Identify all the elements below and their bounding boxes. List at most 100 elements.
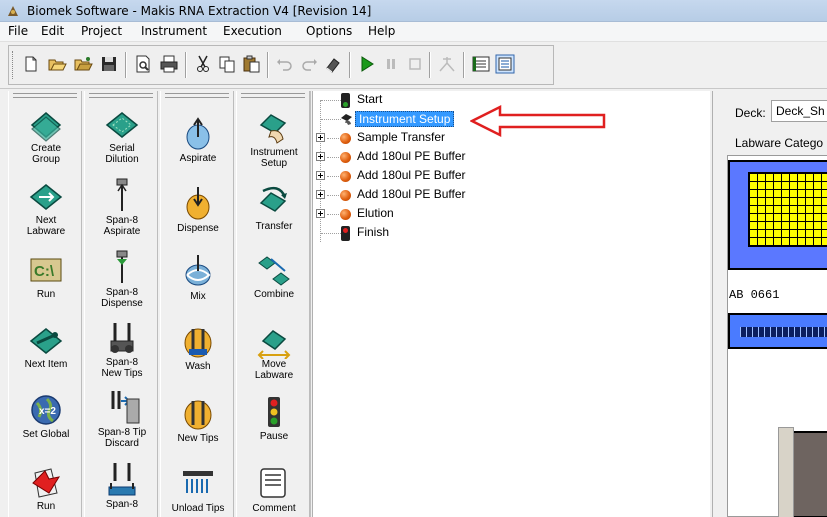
tree-connector: [321, 233, 341, 234]
run-icon[interactable]: [357, 54, 377, 74]
palette-span8-tip-discard[interactable]: Span-8 Tip Discard: [85, 389, 159, 449]
palette-span8-aspirate[interactable]: Span-8 Aspirate: [85, 177, 159, 237]
palette-span8-new-tips[interactable]: Span-8 New Tips: [85, 319, 159, 379]
deck-select[interactable]: Deck_Sh: [771, 100, 827, 122]
menu-edit[interactable]: Edit: [41, 24, 64, 38]
menu-options[interactable]: Options: [306, 24, 352, 38]
menu-instrument[interactable]: Instrument: [141, 24, 207, 38]
deck-view-icon[interactable]: [471, 54, 491, 74]
tip-rack[interactable]: [728, 313, 827, 349]
palette-next-item[interactable]: Next Item: [9, 321, 83, 370]
deck-position[interactable]: [778, 427, 827, 517]
aspirate-icon: [179, 115, 217, 153]
tree-item-pe-buffer[interactable]: Add 180ul PE Buffer: [313, 186, 513, 205]
palette-dispense[interactable]: Dispense: [161, 185, 235, 234]
print-icon[interactable]: [159, 54, 179, 74]
palette-column-header[interactable]: [165, 93, 229, 98]
paste-icon[interactable]: [241, 54, 261, 74]
set-global-icon: x=2: [27, 391, 65, 429]
next-labware-icon: [27, 177, 65, 215]
palette-column-header[interactable]: [89, 93, 153, 98]
palette-transfer[interactable]: Transfer: [237, 183, 311, 232]
group-step-icon: [340, 171, 351, 182]
plate-96-well[interactable]: [728, 160, 827, 270]
toolbar-separator: [429, 52, 431, 78]
tree-item-pe-buffer[interactable]: Add 180ul PE Buffer: [313, 167, 513, 186]
palette-span8[interactable]: Span-8: [85, 461, 159, 510]
palette-instrument-setup[interactable]: Instrument Setup: [237, 109, 311, 169]
menu-file[interactable]: File: [8, 24, 28, 38]
palette-aspirate[interactable]: Aspirate: [161, 115, 235, 164]
pause-icon[interactable]: [381, 54, 401, 74]
palette-wash[interactable]: Wash: [161, 323, 235, 372]
toolbar-separator: [463, 52, 465, 78]
palette-comment[interactable]: Comment: [237, 465, 311, 514]
copy-icon[interactable]: [217, 54, 237, 74]
tree-item-pe-buffer[interactable]: Add 180ul PE Buffer: [313, 148, 513, 167]
palette-column-control: Create Group Next Labware C:\ Run Next I…: [8, 91, 82, 517]
cut-icon[interactable]: [193, 54, 213, 74]
redo-icon[interactable]: [299, 54, 319, 74]
title-bar: Biomek Software - Makis RNA Extraction V…: [0, 0, 827, 22]
save-icon[interactable]: [99, 54, 119, 74]
window-title: Biomek Software - Makis RNA Extraction V…: [27, 4, 372, 18]
open-project-icon[interactable]: [73, 54, 93, 74]
deck-pane: Deck: Deck_Sh Labware Catego AB 0661: [712, 91, 827, 517]
combine-icon: [255, 251, 293, 289]
palette-combine[interactable]: Combine: [237, 251, 311, 300]
eraser-icon[interactable]: [323, 54, 343, 74]
expand-icon[interactable]: [316, 209, 325, 218]
undo-icon[interactable]: [275, 54, 295, 74]
stop-icon[interactable]: [405, 54, 425, 74]
toolbar-separator: [125, 52, 127, 78]
print-preview-icon[interactable]: [133, 54, 153, 74]
comment-icon: [255, 465, 293, 503]
labware-category-label: Labware Catego: [735, 136, 824, 150]
palette-span8-dispense[interactable]: Span-8 Dispense: [85, 249, 159, 309]
open-icon[interactable]: [47, 54, 67, 74]
menu-help[interactable]: Help: [368, 24, 395, 38]
step-palette: Create Group Next Labware C:\ Run Next I…: [8, 91, 311, 517]
tree-connector: [321, 119, 341, 120]
palette-column-header[interactable]: [13, 93, 77, 98]
palette-column-span8: Serial Dilution Span-8 Aspirate Span-8 D…: [84, 91, 158, 517]
palette-next-labware[interactable]: Next Labware: [9, 177, 83, 237]
palette-pause[interactable]: Pause: [237, 393, 311, 442]
palette-set-global[interactable]: x=2 Set Global: [9, 391, 83, 440]
toolbar-strip: [8, 45, 554, 85]
deck-view[interactable]: AB 0661: [727, 155, 827, 517]
toolbar-separator: [349, 52, 351, 78]
menu-bar: File Edit Project Instrument Execution O…: [0, 22, 827, 42]
toolbar-separator: [267, 52, 269, 78]
step-icon[interactable]: [437, 54, 457, 74]
biomek-app-icon[interactable]: [6, 4, 20, 18]
new-icon[interactable]: [21, 54, 41, 74]
tip-rack-row: [740, 327, 827, 337]
move-labware-icon: [255, 321, 293, 359]
expand-icon[interactable]: [316, 152, 325, 161]
palette-mix[interactable]: Mix: [161, 253, 235, 302]
palette-serial-dilution[interactable]: Serial Dilution: [85, 105, 159, 165]
span8-new-tips-icon: [103, 319, 141, 357]
svg-text:C:\: C:\: [34, 263, 55, 280]
menu-execution[interactable]: Execution: [223, 24, 282, 38]
tree-item-elution[interactable]: Elution: [313, 205, 513, 224]
palette-column-header[interactable]: [241, 93, 305, 98]
palette-run-method[interactable]: Run: [9, 463, 83, 512]
palette-unload-tips[interactable]: Unload Tips: [161, 465, 235, 514]
palette-new-tips[interactable]: New Tips: [161, 395, 235, 444]
palette-create-group[interactable]: Create Group: [9, 105, 83, 165]
toolbar-grip[interactable]: [12, 51, 15, 79]
menu-project[interactable]: Project: [81, 24, 122, 38]
create-group-icon: [27, 105, 65, 143]
expand-icon[interactable]: [316, 133, 325, 142]
palette-move-labware[interactable]: Move Labware: [237, 321, 311, 381]
tree-item-finish[interactable]: Finish: [313, 224, 513, 243]
span8-dispense-icon: [103, 249, 141, 287]
tree-connector: [327, 214, 341, 215]
expand-icon[interactable]: [316, 190, 325, 199]
toolbar: [0, 43, 827, 89]
palette-run-script[interactable]: C:\ Run: [9, 251, 83, 300]
step-view-icon[interactable]: [495, 54, 515, 74]
expand-icon[interactable]: [316, 171, 325, 180]
